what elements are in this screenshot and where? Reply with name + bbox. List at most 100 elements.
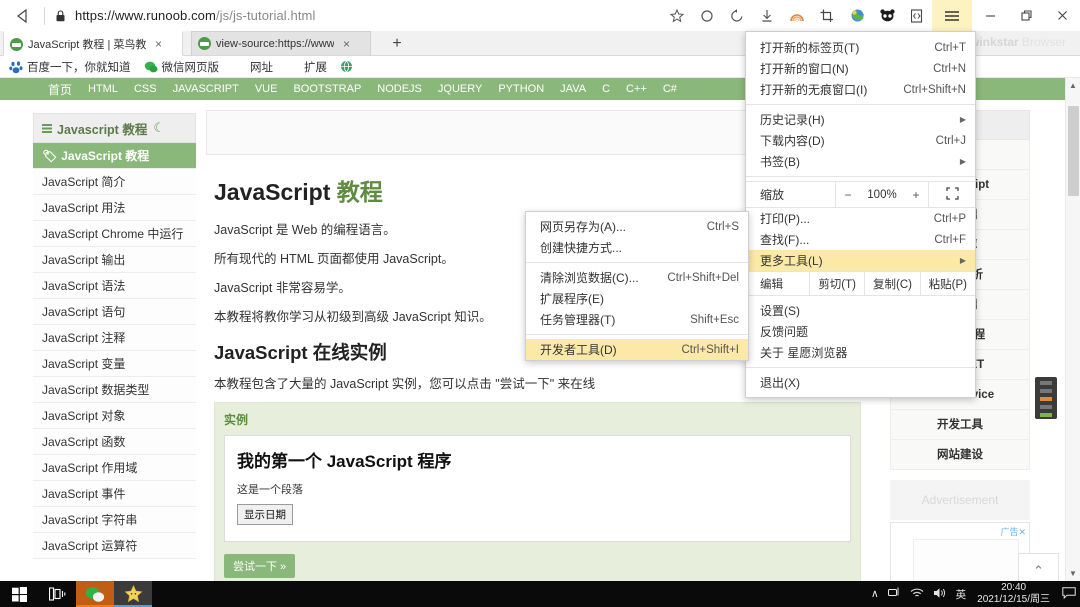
- globe-translate-icon[interactable]: [842, 0, 872, 31]
- submenu-item-task-manager[interactable]: 任务管理器(T) Shift+Esc: [526, 309, 748, 330]
- language-indicator[interactable]: 英: [956, 587, 967, 602]
- sidebar-item-1[interactable]: JavaScript 简介: [33, 169, 196, 195]
- sidebar-item-6[interactable]: JavaScript 语句: [33, 299, 196, 325]
- tab-close-icon[interactable]: ×: [155, 37, 162, 51]
- sidebar-item-13[interactable]: JavaScript 事件: [33, 481, 196, 507]
- sidebar-item-10[interactable]: JavaScript 对象: [33, 403, 196, 429]
- advertisement-box[interactable]: 广告✕: [890, 522, 1030, 581]
- page-scrollbar[interactable]: ▲ ▼: [1065, 78, 1080, 581]
- menu-item-exit[interactable]: 退出(X): [746, 372, 975, 393]
- scrollbar-down-arrow[interactable]: ▼: [1066, 566, 1080, 581]
- submenu-item-developer-tools[interactable]: 开发者工具(D) Ctrl+Shift+I: [526, 339, 748, 360]
- menu-item-print[interactable]: 打印(P)... Ctrl+P: [746, 208, 975, 229]
- sidebar-item-5[interactable]: JavaScript 语法: [33, 273, 196, 299]
- copy-button[interactable]: 复制(C): [865, 272, 919, 295]
- sidebar-item-7[interactable]: JavaScript 注释: [33, 325, 196, 351]
- taskbar-clock[interactable]: 20:40 2021/12/15/周三: [977, 582, 1050, 606]
- scrollbar-up-arrow[interactable]: ▲: [1066, 78, 1080, 93]
- bookmark-folder-urls[interactable]: 网址: [232, 59, 273, 75]
- try-it-button[interactable]: 尝试一下 »: [224, 554, 296, 578]
- view-source-icon[interactable]: [902, 0, 932, 31]
- show-date-button[interactable]: 显示日期: [237, 504, 293, 525]
- history-back-icon[interactable]: [722, 0, 752, 31]
- fullscreen-icon[interactable]: [929, 186, 975, 203]
- zoom-out-button[interactable]: −: [836, 188, 860, 202]
- menu-item-downloads[interactable]: 下载内容(D) Ctrl+J: [746, 130, 975, 151]
- menu-item-new-incognito-window[interactable]: 打开新的无痕窗口(I) Ctrl+Shift+N: [746, 79, 975, 100]
- back-arrow-icon[interactable]: [0, 0, 44, 31]
- menu-item-bookmarks[interactable]: 书签(B) ▶: [746, 151, 975, 172]
- submenu-item-extensions[interactable]: 扩展程序(E): [526, 288, 748, 309]
- tab-view-source[interactable]: view-source:https://www.run ×: [191, 31, 371, 56]
- start-button[interactable]: [0, 581, 38, 607]
- site-nav-item-9[interactable]: JAVA: [560, 83, 586, 95]
- site-nav-item-10[interactable]: C: [602, 83, 610, 95]
- rsb-item-9[interactable]: 开发工具: [890, 410, 1030, 440]
- menu-item-new-window[interactable]: 打开新的窗口(N) Ctrl+N: [746, 58, 975, 79]
- sidebar-item-javascript-tutorial[interactable]: 🏷 JavaScript 教程: [33, 143, 196, 169]
- bookmark-baidu[interactable]: 百度一下，你就知道: [9, 59, 131, 75]
- submenu-item-clear-browsing-data[interactable]: 清除浏览数据(C)... Ctrl+Shift+Del: [526, 267, 748, 288]
- url-text[interactable]: https://www.runoob.com/js/js-tutorial.ht…: [75, 8, 315, 23]
- scroll-top-button[interactable]: ⌃: [1019, 554, 1058, 581]
- menu-item-feedback[interactable]: 反馈问题: [746, 321, 975, 342]
- site-nav-item-0[interactable]: 首页: [48, 81, 72, 98]
- bookmark-wechat[interactable]: 微信网页版: [144, 59, 219, 75]
- zoom-in-button[interactable]: +: [904, 188, 928, 202]
- menu-item-history[interactable]: 历史记录(H) ▶: [746, 109, 975, 130]
- refresh-circle-icon[interactable]: [692, 0, 722, 31]
- site-nav-item-11[interactable]: C++: [626, 83, 647, 95]
- bookmark-globe[interactable]: [340, 60, 358, 74]
- cut-button[interactable]: 剪切(T): [810, 272, 864, 295]
- rsb-item-10[interactable]: 网站建设: [890, 440, 1030, 470]
- input-method-icon[interactable]: [887, 587, 901, 601]
- site-nav-item-4[interactable]: VUE: [255, 83, 278, 95]
- menu-item-more-tools[interactable]: 更多工具(L) ▶: [746, 250, 975, 271]
- sidebar-item-3[interactable]: JavaScript Chrome 中运行: [33, 221, 196, 247]
- site-nav-item-2[interactable]: CSS: [134, 83, 157, 95]
- show-hidden-icons[interactable]: ∧: [871, 588, 879, 600]
- bookmark-folder-extensions[interactable]: 扩展: [286, 59, 327, 75]
- scrollbar-thumb[interactable]: [1068, 106, 1079, 196]
- task-view-button[interactable]: [38, 581, 76, 607]
- submenu-item-create-shortcut[interactable]: 创建快捷方式...: [526, 237, 748, 258]
- minimize-button[interactable]: [972, 0, 1008, 31]
- moon-icon[interactable]: ☾: [153, 120, 165, 136]
- site-nav-item-1[interactable]: HTML: [88, 83, 118, 95]
- sidebar-item-9[interactable]: JavaScript 数据类型: [33, 377, 196, 403]
- site-nav-item-3[interactable]: JAVASCRIPT: [173, 83, 239, 95]
- download-icon[interactable]: [752, 0, 782, 31]
- restore-button[interactable]: [1008, 0, 1044, 31]
- rainbow-icon[interactable]: [782, 0, 812, 31]
- sidebar-item-12[interactable]: JavaScript 作用域: [33, 455, 196, 481]
- main-menu-icon[interactable]: [932, 0, 972, 31]
- submenu-item-save-page-as[interactable]: 网页另存为(A)... Ctrl+S: [526, 216, 748, 237]
- sidebar-item-15[interactable]: JavaScript 运算符: [33, 533, 196, 559]
- wechat-taskbar-icon[interactable]: [76, 581, 114, 607]
- sidebar-item-11[interactable]: JavaScript 函数: [33, 429, 196, 455]
- site-nav-item-12[interactable]: C#: [663, 83, 677, 95]
- sidebar-item-4[interactable]: JavaScript 输出: [33, 247, 196, 273]
- sidebar-item-8[interactable]: JavaScript 变量: [33, 351, 196, 377]
- extension-panda-icon[interactable]: [872, 0, 902, 31]
- bookmark-star-icon[interactable]: [662, 0, 692, 31]
- menu-item-settings[interactable]: 设置(S): [746, 300, 975, 321]
- ad-close-label[interactable]: 广告✕: [1000, 525, 1026, 538]
- menu-item-new-tab[interactable]: 打开新的标签页(T) Ctrl+T: [746, 37, 975, 58]
- site-nav-item-8[interactable]: PYTHON: [498, 83, 544, 95]
- tab-javascript-tutorial[interactable]: JavaScript 教程 | 菜鸟教程 ×: [3, 31, 183, 56]
- site-nav-item-6[interactable]: NODEJS: [377, 83, 422, 95]
- close-button[interactable]: [1044, 0, 1080, 31]
- paste-button[interactable]: 粘贴(P): [921, 272, 975, 295]
- tab-close-icon[interactable]: ×: [343, 37, 350, 51]
- menu-item-about[interactable]: 关于 星愿浏览器: [746, 342, 975, 363]
- twinkstar-taskbar-icon[interactable]: [114, 581, 152, 607]
- notification-icon[interactable]: [1058, 586, 1080, 602]
- menu-item-find[interactable]: 查找(F)... Ctrl+F: [746, 229, 975, 250]
- volume-icon[interactable]: [933, 587, 947, 602]
- sidebar-item-14[interactable]: JavaScript 字符串: [33, 507, 196, 533]
- wifi-icon[interactable]: [910, 587, 924, 601]
- new-tab-button[interactable]: +: [387, 34, 407, 54]
- site-nav-item-5[interactable]: BOOTSTRAP: [293, 83, 361, 95]
- mini-ad-widget[interactable]: [1035, 377, 1057, 419]
